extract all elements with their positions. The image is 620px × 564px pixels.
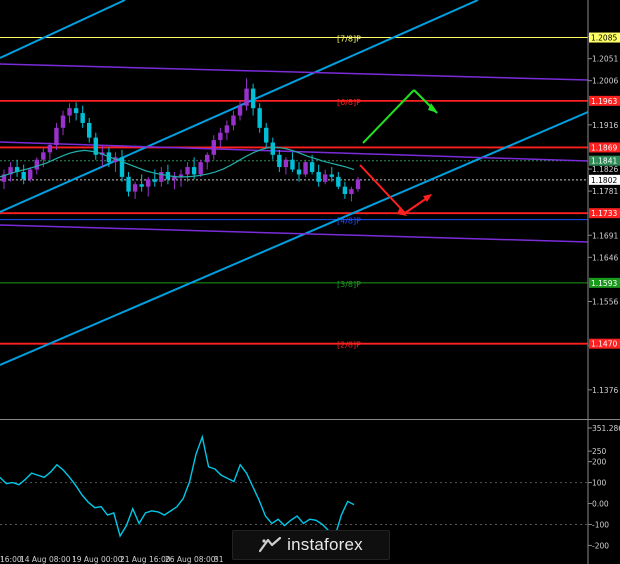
watermark-text: instaforex	[287, 535, 363, 554]
candle[interactable]	[198, 162, 203, 175]
candle[interactable]	[191, 167, 197, 175]
x-tick-label: 31	[214, 555, 224, 564]
y-tick-label: 1.2006	[592, 77, 618, 86]
candle[interactable]	[146, 179, 151, 187]
cci-tick-label: 100	[592, 479, 607, 488]
price-tag-label: 1.1593	[591, 279, 617, 288]
cci-tick-label: 351.2867	[592, 424, 620, 433]
candle[interactable]	[67, 108, 72, 116]
y-tick-label: 1.1691	[592, 231, 618, 240]
chart-window: [7/8]P[6/8]P[4/8]P[3/8]P[2/8]P 1.20961.2…	[0, 0, 620, 564]
level-label: [7/8]P	[337, 35, 361, 44]
candle[interactable]	[342, 186, 348, 195]
candle[interactable]	[211, 140, 216, 155]
level-label: [6/8]P	[337, 98, 361, 107]
candle[interactable]	[355, 179, 361, 190]
y-tick-label: 1.1376	[592, 386, 618, 395]
candle[interactable]	[270, 142, 275, 155]
price-chart[interactable]: [7/8]P[6/8]P[4/8]P[3/8]P[2/8]P 1.20961.2…	[0, 0, 620, 420]
cci-tick-label: 200	[592, 458, 607, 467]
candle[interactable]	[296, 169, 302, 175]
price-tag-label: 1.1733	[591, 209, 617, 218]
candle[interactable]	[28, 169, 33, 180]
price-tag-label: 1.1963	[591, 97, 617, 106]
candle[interactable]	[34, 159, 39, 170]
cci-tick-label: 0.00	[592, 500, 609, 509]
price-tag-label: 1.1470	[591, 340, 617, 349]
level-label: [2/8]P	[337, 341, 361, 350]
candle[interactable]	[283, 159, 289, 168]
candle[interactable]	[237, 105, 243, 116]
candle[interactable]	[349, 189, 354, 195]
y-tick-label: 1.1646	[592, 253, 618, 262]
candle[interactable]	[21, 171, 26, 180]
trend-channel-line[interactable]	[0, 111, 589, 366]
forecast-arrow-up	[362, 89, 415, 144]
candle[interactable]	[323, 174, 328, 182]
candle[interactable]	[139, 184, 144, 187]
y-tick-label: 1.1826	[592, 165, 618, 174]
cci-line	[0, 434, 355, 538]
candle[interactable]	[126, 176, 131, 192]
purple-channel-line[interactable]	[0, 63, 589, 81]
candle[interactable]	[224, 125, 230, 133]
candle[interactable]	[54, 127, 59, 145]
forecast-arrow-down	[359, 164, 406, 214]
price-tag-label: 1.1841	[591, 157, 617, 166]
candle[interactable]	[329, 174, 334, 177]
candle[interactable]	[80, 113, 85, 123]
x-tick-label: 21 Aug 16:00	[120, 555, 171, 564]
price-tag-label: 1.2085	[591, 34, 617, 43]
watermark: instaforex	[232, 530, 390, 560]
y-tick-label: 1.1916	[592, 121, 618, 130]
candle[interactable]	[185, 167, 190, 175]
candle[interactable]	[218, 132, 223, 141]
candle[interactable]	[316, 171, 321, 182]
x-tick-label: 26 Aug 08:00	[165, 555, 216, 564]
price-tag-label: 1.1869	[591, 143, 617, 152]
candle[interactable]	[41, 152, 46, 160]
candle[interactable]	[231, 115, 236, 126]
candle[interactable]	[132, 184, 138, 192]
candle[interactable]	[277, 154, 282, 168]
cci-tick-label: -200	[592, 541, 609, 550]
cci-tick-label: -100	[592, 520, 609, 529]
candle[interactable]	[159, 171, 164, 182]
candle[interactable]	[205, 154, 210, 163]
instaforex-logo-icon	[259, 537, 282, 553]
x-tick-label: 16:00	[0, 555, 22, 564]
y-tick-label: 1.1781	[592, 187, 618, 196]
candle[interactable]	[303, 162, 308, 175]
x-tick-label: 14 Aug 08:00	[20, 555, 71, 564]
candle[interactable]	[250, 88, 256, 109]
candle[interactable]	[119, 157, 125, 177]
candle[interactable]	[309, 162, 315, 172]
y-tick-label: 1.1556	[592, 297, 618, 306]
candle[interactable]	[290, 159, 295, 170]
candle[interactable]	[60, 115, 66, 128]
x-tick-label: 19 Aug 00:00	[72, 555, 123, 564]
candle[interactable]	[87, 122, 92, 138]
candle[interactable]	[264, 127, 269, 143]
candle[interactable]	[152, 179, 157, 182]
level-label: [3/8]P	[337, 280, 361, 289]
candle[interactable]	[73, 108, 79, 114]
candle[interactable]	[47, 144, 53, 153]
candle[interactable]	[257, 108, 262, 128]
cci-tick-label: 250	[592, 447, 607, 456]
y-tick-label: 1.2051	[592, 55, 618, 64]
candle[interactable]	[336, 176, 341, 187]
candle[interactable]	[244, 88, 249, 106]
price-tag-label: 1.1802	[591, 176, 617, 185]
trend-channel-line[interactable]	[0, 0, 126, 59]
